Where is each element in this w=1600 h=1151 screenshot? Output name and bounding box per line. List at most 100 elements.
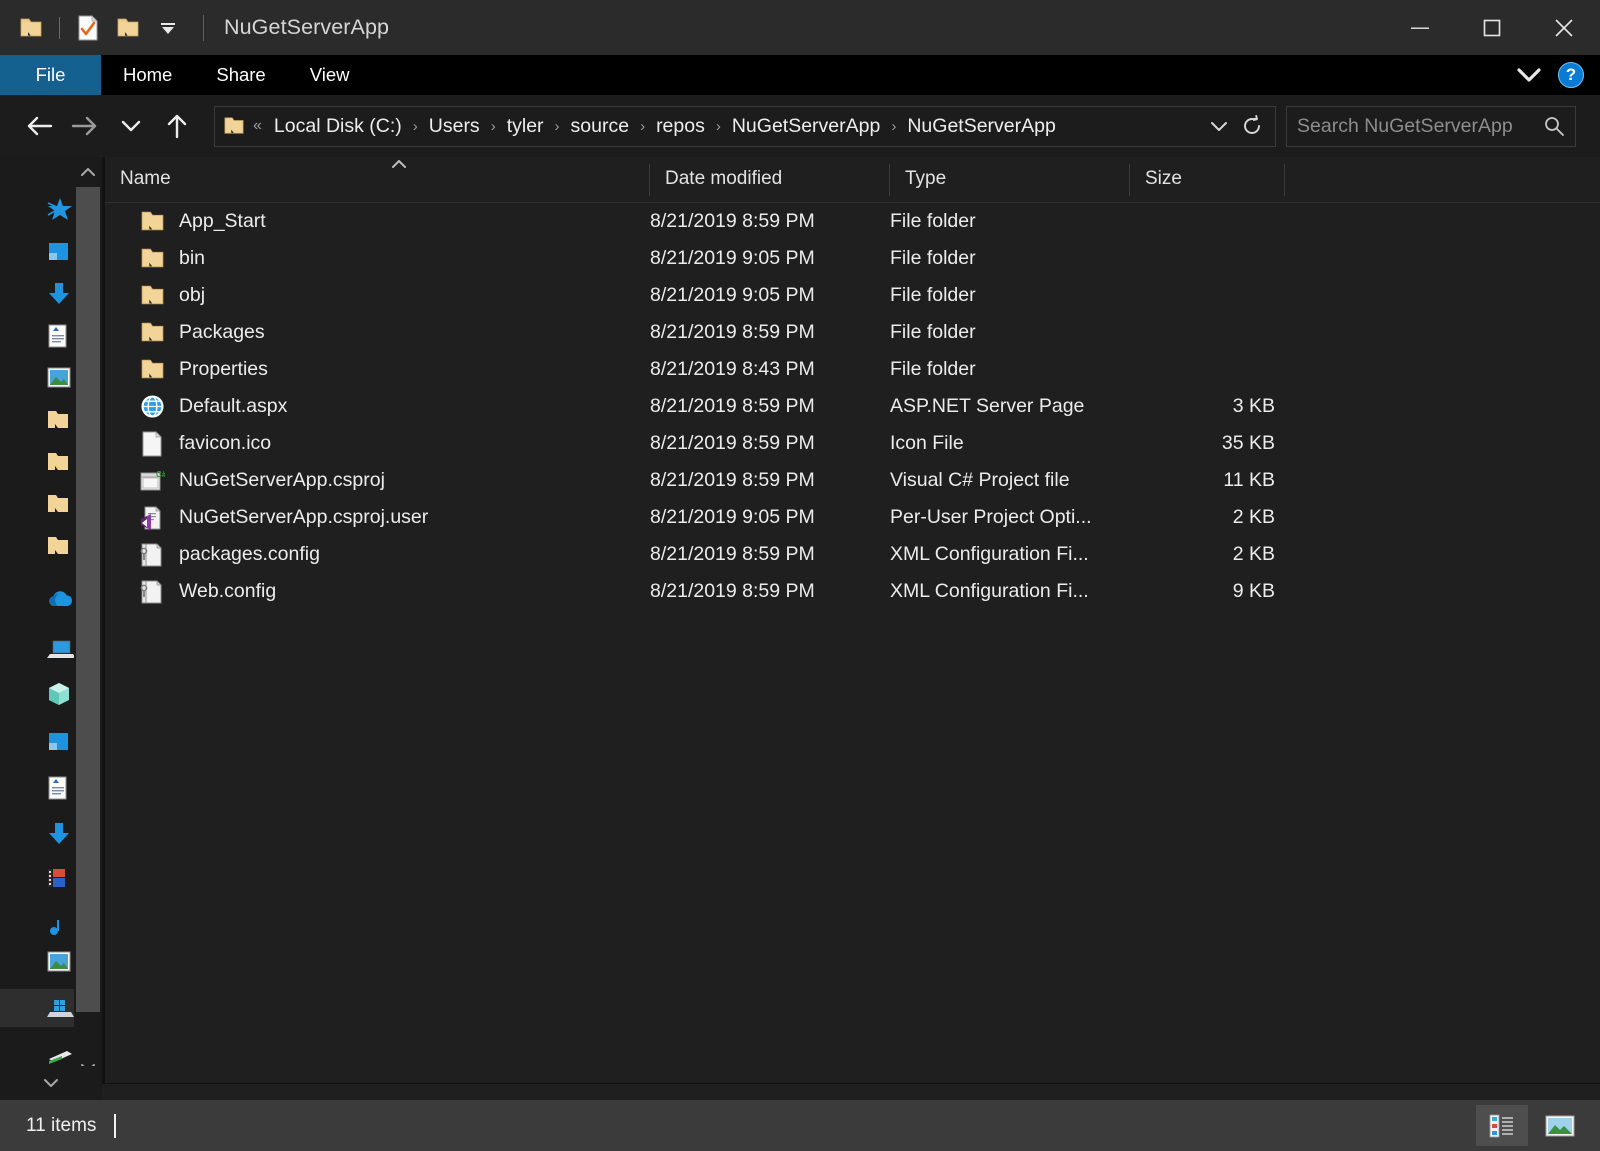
- sidebar-item-onedrive-folder[interactable]: [46, 727, 74, 757]
- table-row[interactable]: Web.config 8/21/2019 8:59 PM XML Configu…: [105, 573, 1600, 610]
- table-row[interactable]: obj 8/21/2019 9:05 PM File folder: [105, 277, 1600, 314]
- sidebar-item-quick-access[interactable]: [46, 195, 74, 225]
- table-row[interactable]: bin 8/21/2019 9:05 PM File folder: [105, 240, 1600, 277]
- search-icon[interactable]: [1543, 115, 1565, 137]
- forward-arrow-icon[interactable]: [62, 103, 108, 149]
- sidebar-item-downloads[interactable]: [46, 819, 74, 849]
- breadcrumb-item-users[interactable]: Users: [425, 112, 484, 141]
- scrollbar-thumb[interactable]: [76, 187, 100, 1012]
- table-row[interactable]: C# NuGetServerApp.csproj 8/21/2019 8:59 …: [105, 462, 1600, 499]
- customize-dropdown-icon[interactable]: [149, 9, 187, 47]
- chevron-right-icon[interactable]: ›: [406, 118, 425, 135]
- file-type-cell: File folder: [890, 210, 976, 232]
- up-arrow-icon[interactable]: [154, 103, 200, 149]
- file-list-pane: Name Date modified Type Size App_Start 8…: [105, 157, 1600, 1083]
- refresh-icon[interactable]: [1239, 115, 1271, 137]
- maximize-icon[interactable]: [1456, 0, 1528, 55]
- file-date-cell: 8/21/2019 8:59 PM: [650, 580, 815, 602]
- tab-home[interactable]: Home: [101, 55, 194, 95]
- file-name-cell[interactable]: Default.aspx: [105, 394, 650, 420]
- search-box[interactable]: Search NuGetServerApp: [1286, 105, 1576, 147]
- minimize-icon[interactable]: [1384, 0, 1456, 55]
- table-row[interactable]: App_Start 8/21/2019 8:59 PM File folder: [105, 203, 1600, 240]
- file-name-cell[interactable]: obj: [105, 283, 650, 309]
- sidebar-item-documents[interactable]: [46, 773, 74, 803]
- chevron-down-icon[interactable]: [1514, 65, 1544, 85]
- search-input[interactable]: Search NuGetServerApp: [1297, 115, 1543, 138]
- breadcrumb-item-repos[interactable]: repos: [652, 112, 709, 141]
- table-row[interactable]: NuGetServerApp.csproj.user 8/21/2019 9:0…: [105, 499, 1600, 536]
- sidebar-item-onedrive-folder[interactable]: [46, 237, 74, 267]
- file-explorer-window: NuGetServerApp File Home Share View ? « …: [0, 0, 1600, 1151]
- file-name-cell[interactable]: bin: [105, 246, 650, 272]
- breadcrumb[interactable]: « Local Disk (C:) › Users › tyler › sour…: [214, 105, 1276, 147]
- chevron-right-icon[interactable]: ›: [548, 118, 567, 135]
- file-name-cell[interactable]: App_Start: [105, 209, 650, 235]
- breadcrumb-item-local-disk[interactable]: Local Disk (C:): [270, 112, 406, 141]
- sidebar-item-folder[interactable]: [46, 489, 74, 519]
- table-row[interactable]: favicon.ico 8/21/2019 8:59 PM Icon File …: [105, 425, 1600, 462]
- sidebar-item-folder[interactable]: [46, 531, 74, 561]
- breadcrumb-item-nugetserverapp[interactable]: NuGetServerApp: [728, 112, 885, 141]
- sidebar-item-videos[interactable]: [46, 863, 74, 893]
- file-name-cell[interactable]: C# NuGetServerApp.csproj: [105, 468, 650, 494]
- sidebar-item-3d-objects[interactable]: [46, 679, 74, 709]
- file-name-cell[interactable]: Web.config: [105, 579, 650, 605]
- properties-icon[interactable]: [69, 9, 107, 47]
- sidebar-item-music[interactable]: [46, 913, 74, 943]
- sidebar-item-downloads[interactable]: [46, 279, 74, 309]
- table-row[interactable]: Properties 8/21/2019 8:43 PM File folder: [105, 351, 1600, 388]
- breadcrumb-item-source[interactable]: source: [567, 112, 634, 141]
- navigation-pane-collapse[interactable]: [0, 1066, 102, 1100]
- file-name-label: NuGetServerApp.csproj: [179, 469, 385, 491]
- column-header-date-modified[interactable]: Date modified: [650, 156, 890, 202]
- new-folder-icon[interactable]: [109, 9, 147, 47]
- navigation-pane[interactable]: [0, 157, 74, 1083]
- file-name-cell[interactable]: NuGetServerApp.csproj.user: [105, 505, 650, 531]
- sidebar-item-onedrive-cloud[interactable]: [46, 585, 74, 615]
- file-name-label: Properties: [179, 358, 268, 380]
- file-name-cell[interactable]: Properties: [105, 357, 650, 383]
- chevron-right-icon[interactable]: ›: [633, 118, 652, 135]
- chevron-right-icon[interactable]: ›: [709, 118, 728, 135]
- column-divider[interactable]: [1284, 164, 1285, 196]
- recent-locations-icon[interactable]: [108, 103, 154, 149]
- column-header-size[interactable]: Size: [1130, 156, 1285, 202]
- sidebar-item-pictures[interactable]: [46, 947, 74, 977]
- sidebar-item-documents[interactable]: [46, 321, 74, 351]
- file-name-label: bin: [179, 247, 206, 269]
- file-name-cell[interactable]: Packages: [105, 320, 650, 346]
- details-view-button[interactable]: [1476, 1105, 1528, 1146]
- navigation-pane-scrollbar[interactable]: [74, 157, 102, 1083]
- sidebar-item-this-pc[interactable]: [46, 635, 74, 665]
- file-date-cell: 8/21/2019 9:05 PM: [650, 247, 815, 269]
- table-row[interactable]: Default.aspx 8/21/2019 8:59 PM ASP.NET S…: [105, 388, 1600, 425]
- view-buttons: [1476, 1100, 1586, 1151]
- scroll-up-arrow-icon[interactable]: [74, 157, 102, 187]
- file-name-label: Packages: [179, 321, 265, 343]
- folder-icon[interactable]: [12, 9, 50, 47]
- table-row[interactable]: packages.config 8/21/2019 8:59 PM XML Co…: [105, 536, 1600, 573]
- file-name-cell[interactable]: packages.config: [105, 542, 650, 568]
- sidebar-item-local-disk[interactable]: [0, 989, 74, 1027]
- tab-view[interactable]: View: [288, 55, 372, 95]
- table-row[interactable]: Packages 8/21/2019 8:59 PM File folder: [105, 314, 1600, 351]
- chevron-right-icon[interactable]: ›: [484, 118, 503, 135]
- column-header-name[interactable]: Name: [105, 156, 650, 202]
- breadcrumb-overflow[interactable]: «: [249, 117, 270, 135]
- chevron-right-icon[interactable]: ›: [884, 118, 903, 135]
- sidebar-item-pictures[interactable]: [46, 363, 74, 393]
- breadcrumb-item-nugetserverapp-current[interactable]: NuGetServerApp: [903, 112, 1060, 141]
- sidebar-item-folder[interactable]: [46, 447, 74, 477]
- help-icon[interactable]: ?: [1558, 62, 1584, 88]
- large-icons-view-button[interactable]: [1534, 1105, 1586, 1146]
- breadcrumb-item-tyler[interactable]: tyler: [503, 112, 548, 141]
- close-icon[interactable]: [1528, 0, 1600, 55]
- back-arrow-icon[interactable]: [16, 103, 62, 149]
- file-name-cell[interactable]: favicon.ico: [105, 430, 650, 457]
- sidebar-item-folder[interactable]: [46, 405, 74, 435]
- tab-share[interactable]: Share: [194, 55, 287, 95]
- chevron-down-icon[interactable]: [1199, 119, 1239, 133]
- tab-file[interactable]: File: [0, 55, 101, 95]
- column-header-type[interactable]: Type: [890, 156, 1130, 202]
